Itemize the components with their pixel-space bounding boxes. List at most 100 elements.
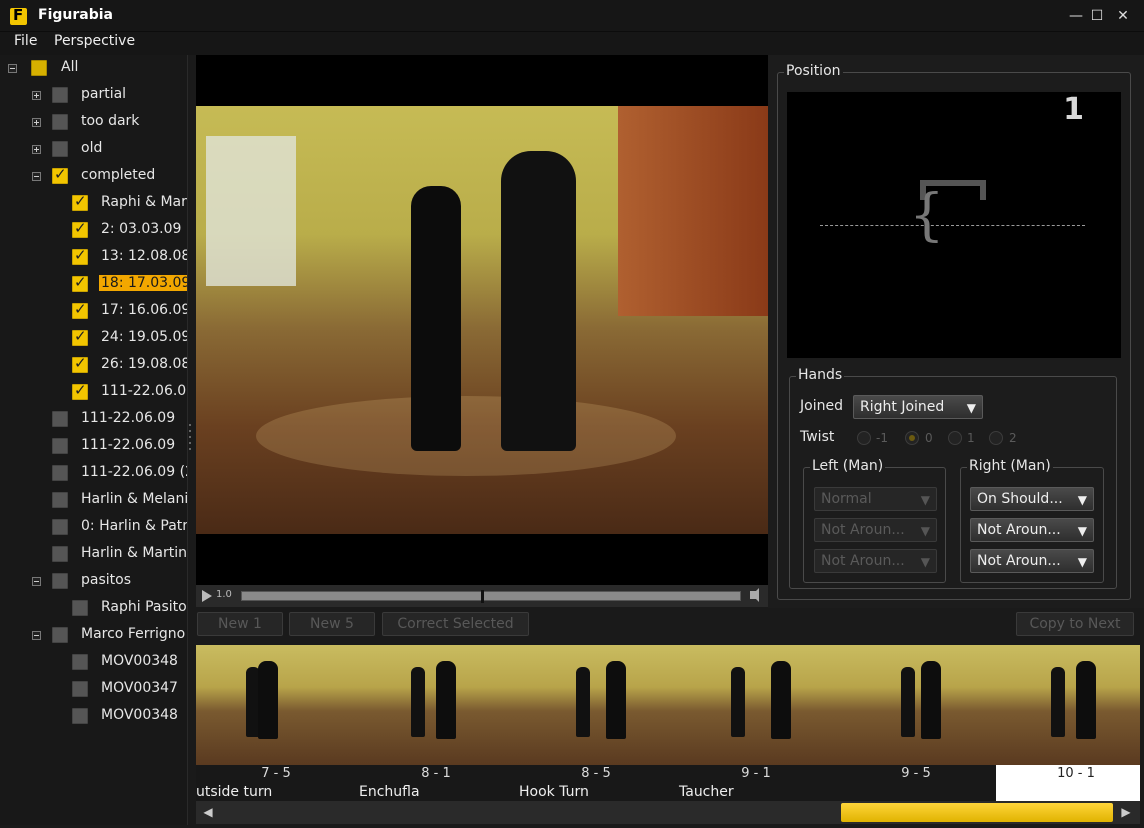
left-select-3[interactable]: Not Aroun... ▼ — [814, 549, 937, 573]
chevron-down-icon: ▼ — [1077, 555, 1087, 569]
filmstrip-scrollbar[interactable]: ◀ ▶ — [196, 801, 1140, 824]
tree-item[interactable]: All — [0, 55, 187, 82]
expand-icon[interactable] — [32, 145, 41, 154]
tree-checkbox[interactable] — [72, 381, 88, 400]
tree-checkbox[interactable] — [72, 246, 88, 265]
joined-select[interactable]: Right Joined ▼ — [853, 395, 983, 419]
copy-to-next-button[interactable]: Copy to Next — [1016, 612, 1134, 636]
twist-radio-minus1-label: -1 — [876, 431, 888, 445]
tree-checkbox[interactable] — [72, 273, 88, 292]
tree-checkbox[interactable] — [72, 219, 88, 238]
menu-perspective[interactable]: Perspective — [54, 33, 135, 49]
collapse-icon[interactable] — [32, 577, 41, 586]
collection-tree[interactable]: Allpartial too dark old completed Raphi & Ma… — [0, 55, 188, 825]
tree-checkbox[interactable] — [52, 492, 68, 508]
tree-checkbox[interactable] — [52, 165, 68, 184]
tree-checkbox[interactable] — [72, 354, 88, 373]
tree-item[interactable]: 2: 03.03.09 (H — [0, 217, 187, 244]
tree-checkbox[interactable] — [52, 114, 68, 130]
tree-item[interactable]: partial — [0, 82, 187, 109]
scroll-left-icon[interactable]: ◀ — [200, 804, 216, 820]
volume-icon[interactable] — [750, 588, 759, 602]
tree-checkbox[interactable] — [72, 654, 88, 670]
tree-item[interactable]: 18: 17.03.09 ( — [0, 271, 187, 298]
tree-item[interactable]: Raphi & Mart — [0, 190, 187, 217]
filmstrip-thumbnail[interactable]: 7 - 5 utside turn — [196, 645, 356, 801]
seek-bar[interactable] — [241, 590, 741, 603]
tree-item[interactable]: Harlin & Melanie — [0, 487, 187, 514]
thumbnail-caption: 8 - 1 Enchufla — [356, 765, 516, 801]
right-select-2[interactable]: Not Aroun... ▼ — [970, 518, 1094, 542]
tree-item[interactable]: 24: 19.05.09 ( — [0, 325, 188, 352]
tree-checkbox[interactable] — [52, 546, 68, 562]
tree-checkbox[interactable] — [31, 60, 47, 76]
tree-checkbox[interactable] — [72, 600, 88, 616]
correct-selected-button[interactable]: Correct Selected — [382, 612, 529, 636]
twist-radio-1[interactable] — [948, 431, 962, 445]
menu-file[interactable]: File — [14, 33, 37, 49]
tree-item[interactable]: 111-22.06.09 — [0, 379, 187, 406]
tree-item[interactable]: too dark — [0, 109, 187, 136]
close-button[interactable]: ✕ — [1113, 6, 1133, 26]
tree-item[interactable]: pasitos — [0, 568, 187, 595]
tree-item[interactable]: 17: 16.06.09 ( — [0, 298, 187, 325]
play-icon[interactable] — [202, 590, 212, 602]
filmstrip-thumbnail[interactable]: 8 - 5 Hook Turn — [516, 645, 676, 801]
twist-radio-minus1[interactable] — [857, 431, 871, 445]
maximize-button[interactable]: ☐ — [1087, 6, 1107, 26]
new-1-button[interactable]: New 1 — [197, 612, 283, 636]
expand-icon[interactable] — [32, 91, 41, 100]
tree-item[interactable]: old — [0, 136, 187, 163]
tree-item[interactable]: Raphi Pasitos — [0, 595, 187, 622]
tree-item-label: 26: 19.08.08 ( — [101, 356, 188, 372]
tree-checkbox[interactable] — [72, 708, 88, 724]
tree-checkbox[interactable] — [52, 438, 68, 454]
collapse-icon[interactable] — [32, 172, 41, 181]
collapse-icon[interactable] — [8, 64, 17, 73]
tree-checkbox[interactable] — [52, 411, 68, 427]
scroll-right-icon[interactable]: ▶ — [1118, 804, 1134, 820]
filmstrip-thumbnail[interactable]: 10 - 1 — [996, 645, 1140, 801]
filmstrip-thumbnail[interactable]: 8 - 1 Enchufla — [356, 645, 516, 801]
left-select-2[interactable]: Not Aroun... ▼ — [814, 518, 937, 542]
tree-item-label: 24: 19.05.09 ( — [101, 329, 188, 345]
tree-item[interactable]: MOV00348 — [0, 649, 187, 676]
tree-checkbox[interactable] — [52, 519, 68, 535]
tree-item[interactable]: 111-22.06.09 — [0, 433, 187, 460]
tree-checkbox[interactable] — [52, 141, 68, 157]
twist-radio-2[interactable] — [989, 431, 1003, 445]
tree-item[interactable]: Marco Ferrigno — [0, 622, 187, 649]
collapse-icon[interactable] — [32, 631, 41, 640]
tree-item[interactable]: 26: 19.08.08 ( — [0, 352, 188, 379]
tree-item[interactable]: 111-22.06.09 (2) — [0, 460, 187, 487]
filmstrip-thumbnail[interactable]: 9 - 5 — [836, 645, 996, 801]
tree-item[interactable]: completed — [0, 163, 187, 190]
tree-checkbox[interactable] — [52, 573, 68, 589]
filmstrip-thumbnail[interactable]: 9 - 1 Taucher — [676, 645, 836, 801]
new-5-button[interactable]: New 5 — [289, 612, 375, 636]
tree-item[interactable]: 111-22.06.09 — [0, 406, 187, 433]
tree-checkbox[interactable] — [52, 87, 68, 103]
tree-item[interactable]: MOV00347 — [0, 676, 187, 703]
twist-radio-0[interactable] — [905, 431, 919, 445]
seek-handle[interactable] — [481, 590, 484, 603]
tree-checkbox[interactable] — [72, 681, 88, 697]
video-player[interactable] — [196, 55, 768, 585]
tree-checkbox[interactable] — [52, 465, 68, 481]
tree-checkbox[interactable] — [52, 627, 68, 643]
right-select-3[interactable]: Not Aroun... ▼ — [970, 549, 1094, 573]
left-select-1[interactable]: Normal ▼ — [814, 487, 937, 511]
filmstrip[interactable]: 7 - 5 utside turn 8 - 1 Enchufla 8 - 5 Hook T… — [196, 645, 1140, 801]
right-select-1[interactable]: On Should... ▼ — [970, 487, 1094, 511]
tree-item[interactable]: MOV00348 — [0, 703, 187, 730]
sidebar-splitter-handle[interactable] — [189, 420, 192, 460]
tree-checkbox[interactable] — [72, 192, 88, 211]
tree-checkbox[interactable] — [72, 327, 88, 346]
tree-item[interactable]: Harlin & Martina — [0, 541, 187, 568]
tree-item[interactable]: 0: Harlin & Patriz — [0, 514, 187, 541]
minimize-button[interactable]: — — [1066, 6, 1086, 26]
scrollbar-thumb[interactable] — [841, 803, 1113, 822]
tree-checkbox[interactable] — [72, 300, 88, 319]
expand-icon[interactable] — [32, 118, 41, 127]
tree-item[interactable]: 13: 12.08.08 ( — [0, 244, 187, 271]
